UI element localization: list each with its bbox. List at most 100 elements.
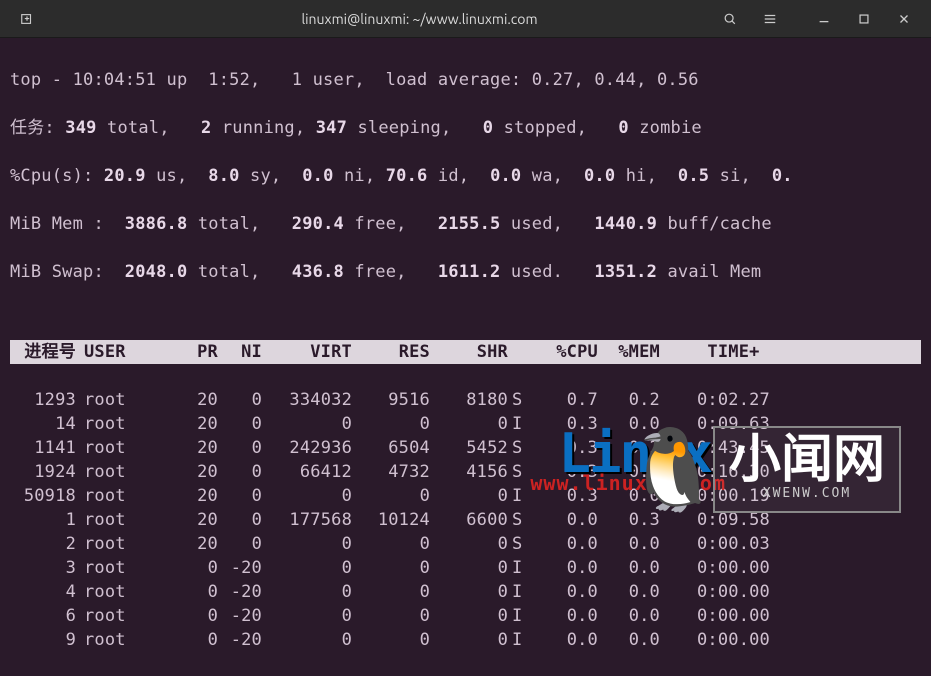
summary-uptime: top - 10:04:51 up 1:52, 1 user, load ave…: [10, 68, 921, 92]
cell-res: 6504: [352, 436, 430, 460]
search-icon: [723, 12, 737, 26]
cell-user: root: [80, 412, 160, 436]
cell-pid: 1293: [10, 388, 80, 412]
cell-pid: 1924: [10, 460, 80, 484]
summary-swap: MiB Swap: 2048.0 total, 436.8 free, 1611…: [10, 260, 921, 284]
table-row: 3root0-20000I0.00.00:00.00: [10, 556, 921, 580]
summary-tasks: 任务: 349 total, 2 running, 347 sleeping, …: [10, 116, 921, 140]
cell-s: I: [508, 580, 530, 604]
cell-time: 0:02.27: [660, 388, 770, 412]
summary-mem: MiB Mem : 3886.8 total, 290.4 free, 2155…: [10, 212, 921, 236]
cell-shr: 0: [430, 556, 508, 580]
cell-user: root: [80, 484, 160, 508]
summary-cpu: %Cpu(s): 20.9 us, 8.0 sy, 0.0 ni, 70.6 i…: [10, 164, 921, 188]
cell-ni: 0: [218, 484, 262, 508]
cell-ni: 0: [218, 508, 262, 532]
cell-time: 0:00.00: [660, 604, 770, 628]
cell-pr: 0: [160, 604, 218, 628]
col-user: USER: [80, 340, 160, 364]
cell-pr: 20: [160, 508, 218, 532]
cell-virt: 0: [262, 484, 352, 508]
col-pr: PR: [160, 340, 218, 364]
cell-pid: 14: [10, 412, 80, 436]
cell-mem: 0.2: [598, 388, 660, 412]
window-title: linuxmi@linuxmi: ~/www.linuxmi.com: [128, 11, 711, 27]
cell-user: root: [80, 556, 160, 580]
col-s: [508, 340, 530, 364]
cell-user: root: [80, 460, 160, 484]
cell-pr: 20: [160, 388, 218, 412]
hamburger-icon: [763, 12, 777, 26]
new-tab-button[interactable]: [8, 5, 46, 33]
cell-user: root: [80, 532, 160, 556]
table-row: 1141root20024293665045452S0.30.20:43.45: [10, 436, 921, 460]
cell-res: 0: [352, 484, 430, 508]
close-button[interactable]: [885, 5, 923, 33]
table-row: 6root0-20000I0.00.00:00.00: [10, 604, 921, 628]
cell-s: I: [508, 628, 530, 652]
cell-s: S: [508, 436, 530, 460]
cell-shr: 4156: [430, 460, 508, 484]
search-button[interactable]: [711, 5, 749, 33]
cell-s: S: [508, 460, 530, 484]
table-row: 1293root20033403295168180S0.70.20:02.27: [10, 388, 921, 412]
cell-shr: 5452: [430, 436, 508, 460]
cell-user: root: [80, 436, 160, 460]
cell-shr: 8180: [430, 388, 508, 412]
cell-shr: 0: [430, 580, 508, 604]
watermark-url: www.linuxmi.com: [530, 471, 726, 495]
cell-pr: 20: [160, 484, 218, 508]
cell-mem: 0.0: [598, 580, 660, 604]
new-tab-icon: [20, 12, 34, 26]
cell-cpu: 0.0: [530, 580, 598, 604]
cell-ni: -20: [218, 604, 262, 628]
cell-pr: 20: [160, 460, 218, 484]
cell-s: I: [508, 556, 530, 580]
cell-ni: 0: [218, 388, 262, 412]
cell-s: I: [508, 604, 530, 628]
cell-user: root: [80, 388, 160, 412]
table-row: 50918root200000I0.30.00:00.19: [10, 484, 921, 508]
minimize-button[interactable]: [805, 5, 843, 33]
cell-res: 0: [352, 412, 430, 436]
cell-time: 0:09.58: [660, 508, 770, 532]
cell-res: 4732: [352, 460, 430, 484]
cell-virt: 0: [262, 628, 352, 652]
cell-cpu: 0.7: [530, 388, 598, 412]
cell-ni: 0: [218, 436, 262, 460]
cell-shr: 6600: [430, 508, 508, 532]
window-titlebar: linuxmi@linuxmi: ~/www.linuxmi.com: [0, 0, 931, 38]
cell-user: root: [80, 580, 160, 604]
cell-ni: 0: [218, 412, 262, 436]
cell-virt: 0: [262, 532, 352, 556]
cell-mem: 0.3: [598, 508, 660, 532]
cell-res: 10124: [352, 508, 430, 532]
cell-shr: 0: [430, 628, 508, 652]
cell-pid: 1: [10, 508, 80, 532]
col-cpu: %CPU: [530, 340, 598, 364]
cell-pid: 1141: [10, 436, 80, 460]
cell-mem: 0.0: [598, 532, 660, 556]
cell-user: root: [80, 604, 160, 628]
terminal-output[interactable]: top - 10:04:51 up 1:52, 1 user, load ave…: [0, 38, 931, 676]
table-row: 1924root2006641247324156S0.30.10:16.30: [10, 460, 921, 484]
maximize-button[interactable]: [845, 5, 883, 33]
menu-button[interactable]: [751, 5, 789, 33]
cell-pr: 20: [160, 412, 218, 436]
cell-virt: 0: [262, 580, 352, 604]
cell-time: 0:00.03: [660, 532, 770, 556]
cell-shr: 0: [430, 412, 508, 436]
cell-time: 0:00.00: [660, 628, 770, 652]
process-table-body: 1293root20033403295168180S0.70.20:02.271…: [10, 388, 921, 652]
table-row: 4root0-20000I0.00.00:00.00: [10, 580, 921, 604]
table-row: 9root0-20000I0.00.00:00.00: [10, 628, 921, 652]
cell-res: 0: [352, 628, 430, 652]
cell-ni: -20: [218, 628, 262, 652]
cell-virt: 66412: [262, 460, 352, 484]
col-virt: VIRT: [262, 340, 352, 364]
col-mem: %MEM: [598, 340, 660, 364]
cell-ni: 0: [218, 460, 262, 484]
table-row: 14root200000I0.30.00:09.63: [10, 412, 921, 436]
cell-res: 0: [352, 580, 430, 604]
cell-pid: 2: [10, 532, 80, 556]
